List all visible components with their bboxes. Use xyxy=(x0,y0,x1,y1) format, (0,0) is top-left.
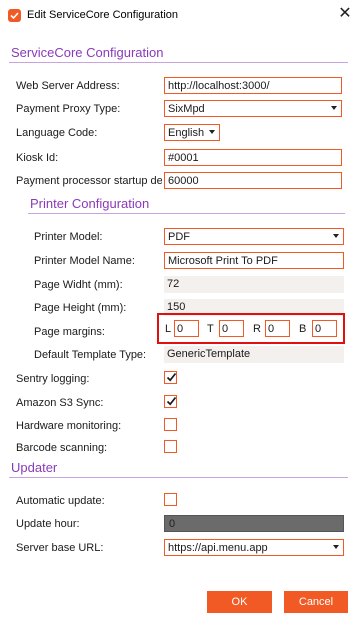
section-divider xyxy=(9,62,348,63)
web-server-address-label: Web Server Address: xyxy=(16,80,120,92)
page-margins-highlight: L 0 T 0 R 0 B 0 xyxy=(157,313,345,344)
amazon-s3-sync-label: Amazon S3 Sync: xyxy=(16,397,104,409)
update-hour-input[interactable]: 0 xyxy=(164,515,344,532)
web-server-address-input[interactable]: http://localhost:3000/ xyxy=(164,77,342,94)
cancel-button[interactable]: Cancel xyxy=(284,591,348,613)
page-margins-label: Page margins: xyxy=(34,326,105,338)
checkmark-icon xyxy=(166,372,177,382)
page-width-label: Page Widht (mm): xyxy=(34,279,123,291)
margin-right-input[interactable]: 0 xyxy=(265,320,290,337)
default-template-value: GenericTemplate xyxy=(164,346,344,363)
app-logo-icon xyxy=(8,9,21,22)
margin-left-input[interactable]: 0 xyxy=(174,320,199,337)
section-divider xyxy=(9,477,348,478)
title-bar: Edit ServiceCore Configuration ✕ xyxy=(0,0,359,30)
amazon-s3-sync-checkbox[interactable] xyxy=(164,395,177,408)
chevron-down-icon xyxy=(209,130,215,134)
barcode-scanning-checkbox[interactable] xyxy=(164,440,177,453)
chevron-down-icon xyxy=(333,545,339,549)
sentry-logging-label: Sentry logging: xyxy=(16,373,90,385)
margin-right-letter: R xyxy=(253,323,261,335)
payment-proxy-type-label: Payment Proxy Type: xyxy=(16,103,121,115)
section-divider xyxy=(28,213,345,214)
margin-top-letter: T xyxy=(207,323,214,335)
printer-model-label: Printer Model: xyxy=(34,231,103,243)
barcode-scanning-label: Barcode scanning: xyxy=(16,442,108,454)
kiosk-id-input[interactable]: #0001 xyxy=(164,149,342,166)
section-header-printer: Printer Configuration xyxy=(30,196,150,211)
section-header-updater: Updater xyxy=(11,460,58,475)
page-height-label: Page Height (mm): xyxy=(34,302,127,314)
payment-processor-startup-input[interactable]: 60000 xyxy=(164,172,342,189)
hardware-monitoring-checkbox[interactable] xyxy=(164,418,177,431)
default-template-label: Default Template Type: xyxy=(34,349,147,361)
page-width-value: 72 xyxy=(164,276,344,293)
payment-proxy-type-value: SixMpd xyxy=(168,103,205,115)
language-code-select[interactable]: English xyxy=(164,124,220,141)
checkmark-icon xyxy=(166,396,177,406)
printer-model-name-input[interactable]: Microsoft Print To PDF xyxy=(164,252,344,269)
server-base-url-label: Server base URL: xyxy=(16,542,104,554)
window-title: Edit ServiceCore Configuration xyxy=(27,9,179,21)
printer-model-select[interactable]: PDF xyxy=(164,228,344,245)
ok-button[interactable]: OK xyxy=(207,591,272,613)
server-base-url-select[interactable]: https://api.menu.app xyxy=(164,539,344,556)
server-base-url-value: https://api.menu.app xyxy=(168,542,268,554)
chevron-down-icon xyxy=(331,106,337,110)
sentry-logging-checkbox[interactable] xyxy=(164,371,177,384)
printer-model-name-label: Printer Model Name: xyxy=(34,255,135,267)
update-hour-label: Update hour: xyxy=(16,518,80,530)
language-code-value: English xyxy=(168,127,205,139)
printer-model-value: PDF xyxy=(168,231,190,243)
payment-processor-startup-label: Payment processor startup del xyxy=(16,175,162,187)
margin-left-letter: L xyxy=(165,323,172,335)
automatic-update-checkbox[interactable] xyxy=(164,493,177,506)
chevron-down-icon xyxy=(333,234,339,238)
automatic-update-label: Automatic update: xyxy=(16,495,105,507)
margin-top-input[interactable]: 0 xyxy=(219,320,244,337)
kiosk-id-label: Kiosk Id: xyxy=(16,152,59,164)
margin-bottom-letter: B xyxy=(299,323,307,335)
margin-bottom-input[interactable]: 0 xyxy=(312,320,337,337)
language-code-label: Language Code: xyxy=(16,127,98,139)
hardware-monitoring-label: Hardware monitoring: xyxy=(16,420,122,432)
payment-proxy-type-select[interactable]: SixMpd xyxy=(164,100,342,117)
section-header-servicecore: ServiceCore Configuration xyxy=(11,45,164,60)
close-icon[interactable]: ✕ xyxy=(336,5,354,23)
